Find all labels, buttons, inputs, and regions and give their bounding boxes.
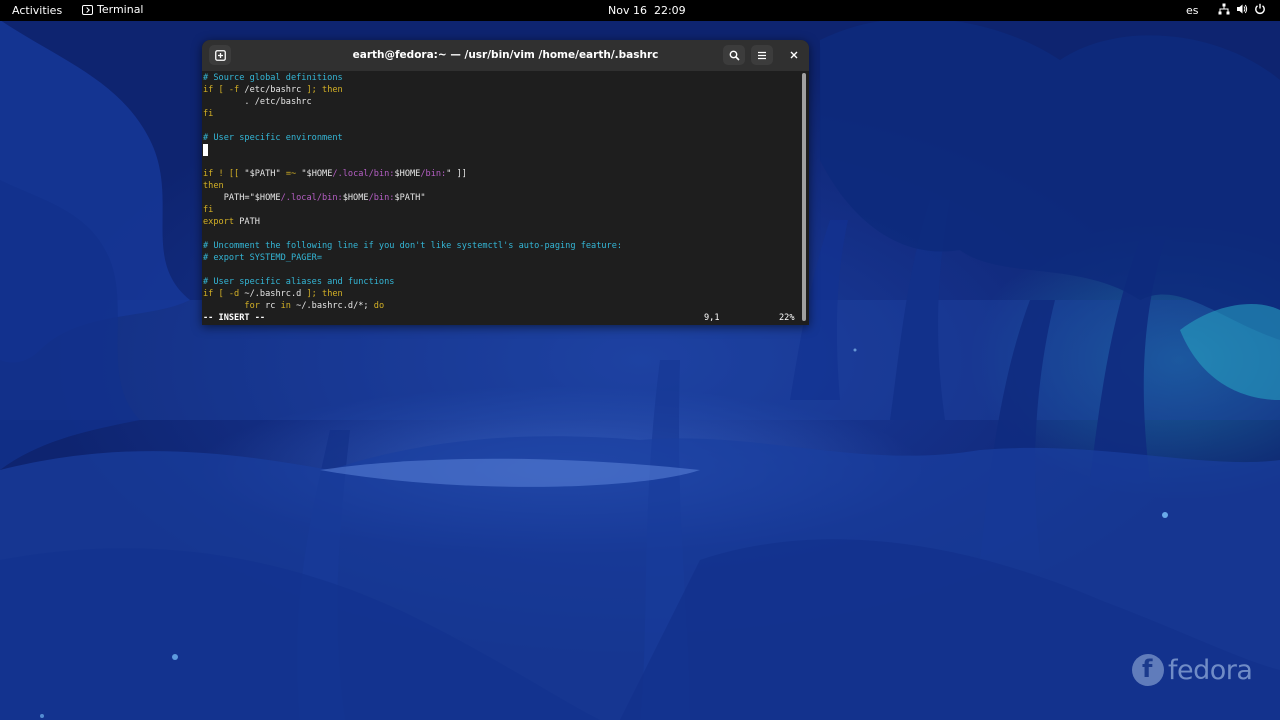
fedora-logo: fedora — [1132, 654, 1253, 686]
fedora-logo-icon — [1132, 654, 1164, 686]
app-menu-label: Terminal — [97, 3, 144, 16]
hamburger-menu-icon — [758, 51, 766, 59]
vim-status-line: -- INSERT -- 9,1 22% — [203, 312, 799, 324]
code-line: fi — [203, 109, 214, 119]
cursor-position: 9,1 — [704, 313, 720, 323]
volume-icon — [1236, 3, 1248, 15]
code-line — [203, 144, 208, 156]
code-line: . /etc/bashrc — [203, 97, 312, 107]
system-status-area[interactable] — [1218, 3, 1266, 15]
terminal-icon — [82, 4, 93, 15]
scroll-percent: 22% — [779, 313, 795, 323]
code-line: PATH="$HOME/.local/bin:$HOME/bin:$PATH" — [203, 193, 426, 203]
power-icon — [1254, 3, 1266, 15]
top-bar: Activities Terminal Nov 16 22:09 es — [0, 0, 1280, 21]
search-button[interactable] — [723, 45, 745, 65]
app-menu[interactable]: Terminal — [82, 3, 144, 16]
code-line: # User specific aliases and functions — [203, 277, 395, 287]
text-cursor — [203, 144, 208, 156]
scrollbar-thumb[interactable] — [802, 73, 806, 321]
close-icon — [790, 51, 798, 59]
clock[interactable]: Nov 16 22:09 — [608, 4, 686, 17]
code-line: if [ -f /etc/bashrc ]; then — [203, 85, 343, 95]
keyboard-layout-indicator[interactable]: es — [1186, 4, 1199, 17]
code-line: if [ -d ~/.bashrc.d ]; then — [203, 289, 343, 299]
code-line: # User specific environment — [203, 133, 343, 143]
vim-editor[interactable]: # Source global definitions if [ -f /etc… — [202, 71, 800, 325]
code-line: for rc in ~/.bashrc.d/*; do — [203, 301, 385, 311]
window-headerbar[interactable]: earth@fedora:~ — /usr/bin/vim /home/eart… — [202, 40, 809, 71]
code-line: fi — [203, 205, 214, 215]
close-window-button[interactable] — [784, 45, 804, 65]
network-icon — [1218, 3, 1230, 15]
activities-button[interactable]: Activities — [12, 4, 62, 17]
code-line: export PATH — [203, 217, 260, 227]
scrollbar[interactable] — [801, 73, 807, 323]
search-icon — [729, 50, 740, 61]
window-title: earth@fedora:~ — /usr/bin/vim /home/eart… — [352, 49, 659, 61]
code-line: then — [203, 181, 224, 191]
code-line: # Uncomment the following line if you do… — [203, 241, 623, 251]
code-line: # export SYSTEMD_PAGER= — [203, 253, 322, 263]
fedora-logo-text: fedora — [1168, 654, 1253, 686]
code-line: # Source global definitions — [203, 73, 343, 83]
mode-indicator: -- INSERT -- — [203, 313, 266, 323]
code-line: if ! [[ "$PATH" =~ "$HOME/.local/bin:$HO… — [203, 169, 467, 179]
main-menu-button[interactable] — [751, 45, 773, 65]
terminal-window: earth@fedora:~ — /usr/bin/vim /home/eart… — [202, 40, 809, 325]
